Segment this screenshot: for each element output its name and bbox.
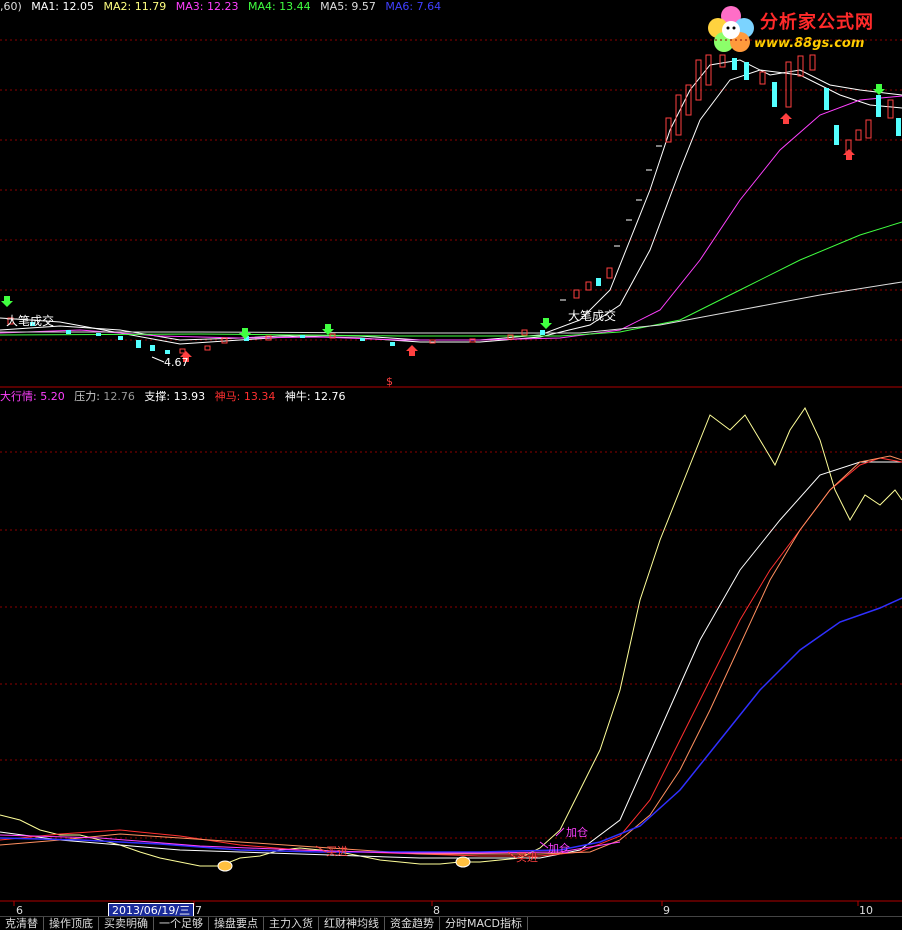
tab-6[interactable]: 红财神均线 <box>319 917 385 930</box>
rise-markers <box>560 145 662 301</box>
shenniu-value: 神牛: 12.76 <box>284 390 346 403</box>
pressure-label: 压力: <box>74 390 100 403</box>
tab-3[interactable]: 一个足够 <box>154 917 209 930</box>
red-arrow-icons <box>180 113 855 362</box>
indicator-panel-header: 大行情: 5.20 压力: 12.76 支撑: 13.93 神马: 13.34 … <box>0 390 352 404</box>
dollar-marker: $ <box>386 375 393 388</box>
tab-0[interactable]: 克清替 <box>0 917 44 930</box>
ma-line-3 <box>0 95 902 341</box>
market-value: 大行情: 5.20 <box>0 390 65 403</box>
big-trade-label-1: 大笔成交 <box>6 313 54 328</box>
momentum-line <box>0 406 902 867</box>
ma-line-2 <box>0 69 902 345</box>
low-price-pointer <box>151 356 165 363</box>
add-position-label-2: 加仓 <box>548 841 570 855</box>
shenma-line <box>0 457 902 857</box>
green-arrow-icons <box>1 84 885 339</box>
upper-grid <box>0 39 902 341</box>
chart-canvas[interactable]: 大笔成交 大笔成交 4.67 $ 买进 买进 加仓 加仓 <box>0 0 902 916</box>
lower-grid <box>0 451 902 839</box>
ma-line-4 <box>0 221 902 337</box>
buy-label-1: 买进 <box>326 845 348 858</box>
add-position-label-1: 加仓 <box>566 825 588 839</box>
big-trade-label-2: 大笔成交 <box>568 308 616 323</box>
candles <box>7 54 901 354</box>
shenma-value: 神马: 13.34 <box>214 390 276 403</box>
tab-4[interactable]: 操盘要点 <box>209 917 264 930</box>
tab-7[interactable]: 资金趋势 <box>385 917 440 930</box>
ma-line-1 <box>0 59 902 341</box>
tab-1[interactable]: 操作顶底 <box>44 917 99 930</box>
market-line <box>0 597 902 853</box>
indicator-tab-bar: 克清替 操作顶底 买卖明确 一个足够 操盘要点 主力入货 红财神均线 资金趋势 … <box>0 916 902 930</box>
tab-5[interactable]: 主力入货 <box>264 917 319 930</box>
pressure-value: 12.76 <box>103 390 135 403</box>
moving-average-lines <box>0 59 902 345</box>
tab-8[interactable]: 分时MACD指标 <box>440 917 528 930</box>
support-value: 支撑: 13.93 <box>144 390 206 403</box>
buy-label-2: 买进 <box>516 851 538 864</box>
lower-indicator-lines <box>0 406 902 867</box>
tab-2[interactable]: 买卖明确 <box>99 917 154 930</box>
support-line <box>0 455 902 855</box>
shenniu-line <box>0 461 902 859</box>
low-price-label: 4.67 <box>164 356 189 369</box>
